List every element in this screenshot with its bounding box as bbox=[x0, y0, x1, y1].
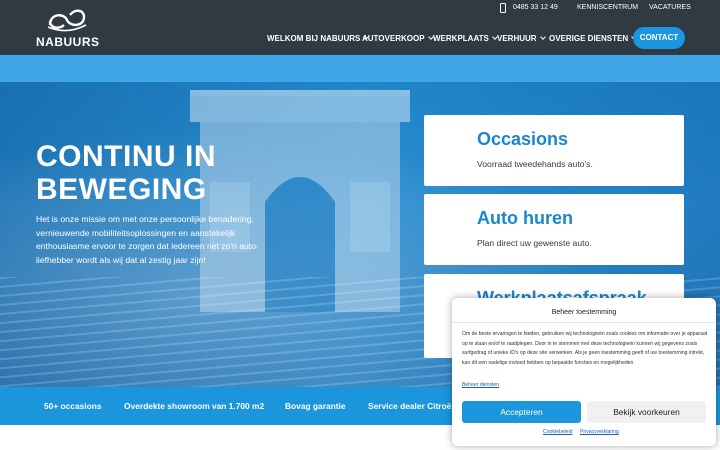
cookie-divider bbox=[452, 322, 716, 323]
site-header: NABUURS 0485 33 12 49 KENNISCENTRUM VACA… bbox=[0, 0, 720, 55]
card-auto-huren-subtitle: Plan direct uw gewenste auto. bbox=[477, 238, 592, 248]
card-auto-huren[interactable]: Auto huren Plan direct uw gewenste auto. bbox=[424, 194, 684, 265]
nav-autoverkoop[interactable]: AUTOVERKOOP bbox=[362, 34, 434, 43]
nav-werkplaats[interactable]: WERKPLAATS bbox=[433, 34, 498, 43]
vacatures-link[interactable]: VACATURES bbox=[649, 4, 691, 11]
nav-overige-diensten[interactable]: OVERIGE DIENSTEN bbox=[549, 34, 637, 43]
contact-button[interactable]: CONTACT bbox=[633, 27, 685, 49]
logo-infinity-icon bbox=[47, 9, 87, 32]
hero-title: CONTINU IN BEWEGING bbox=[36, 140, 216, 206]
manage-services-link[interactable]: Beheer diensten bbox=[462, 382, 499, 388]
nav-autoverkoop-label: AUTOVERKOOP bbox=[362, 34, 425, 43]
nav-welkom[interactable]: WELKOM BIJ NABUURS bbox=[267, 34, 370, 43]
card-auto-huren-title: Auto huren bbox=[477, 208, 573, 228]
view-preferences-button[interactable]: Bekijk voorkeuren bbox=[587, 401, 706, 423]
usp-showroom: Overdekte showroom van 1.700 m2 bbox=[124, 401, 265, 411]
kenniscentrum-link[interactable]: KENNISCENTRUM bbox=[577, 4, 638, 11]
chevron-down-icon bbox=[539, 34, 546, 40]
nav-werkplaats-label: WERKPLAATS bbox=[433, 34, 489, 43]
hero-text: Het is onze missie om met onze persoonli… bbox=[36, 214, 259, 265]
nav-verhuur[interactable]: VERHUUR bbox=[497, 34, 546, 43]
usp-bovag: Bovag garantie bbox=[285, 401, 346, 411]
accept-button[interactable]: Accepteren bbox=[462, 401, 581, 423]
cookie-body: Om de beste ervaringen te bieden, gebrui… bbox=[462, 331, 708, 367]
nav-verhuur-label: VERHUUR bbox=[497, 34, 537, 43]
cookie-policy-link[interactable]: Cookiebeleid bbox=[543, 429, 572, 435]
card-occasions[interactable]: Occasions Voorraad tweedehands auto's. bbox=[424, 115, 684, 186]
nav-welkom-label: WELKOM BIJ NABUURS bbox=[267, 34, 361, 43]
cookie-consent-dialog: Beheer toestemming Om de beste ervaringe… bbox=[452, 298, 716, 446]
usp-occasions: 50+ occasions bbox=[44, 401, 102, 411]
logo-text: NABUURS bbox=[36, 35, 100, 49]
privacy-statement-link[interactable]: Privacyverklaring bbox=[580, 429, 619, 435]
logo[interactable]: NABUURS bbox=[36, 7, 100, 49]
cookie-title: Beheer toestemming bbox=[551, 309, 617, 316]
phone-number[interactable]: 0485 33 12 49 bbox=[513, 4, 558, 11]
card-occasions-subtitle: Voorraad tweedehands auto's. bbox=[477, 159, 593, 169]
phone-icon bbox=[500, 3, 506, 13]
card-occasions-title: Occasions bbox=[477, 129, 569, 149]
usp-service-dealer: Service dealer Citroën bbox=[368, 401, 457, 411]
nav-overige-label: OVERIGE DIENSTEN bbox=[549, 34, 629, 43]
hero-top-stripe bbox=[0, 55, 720, 82]
